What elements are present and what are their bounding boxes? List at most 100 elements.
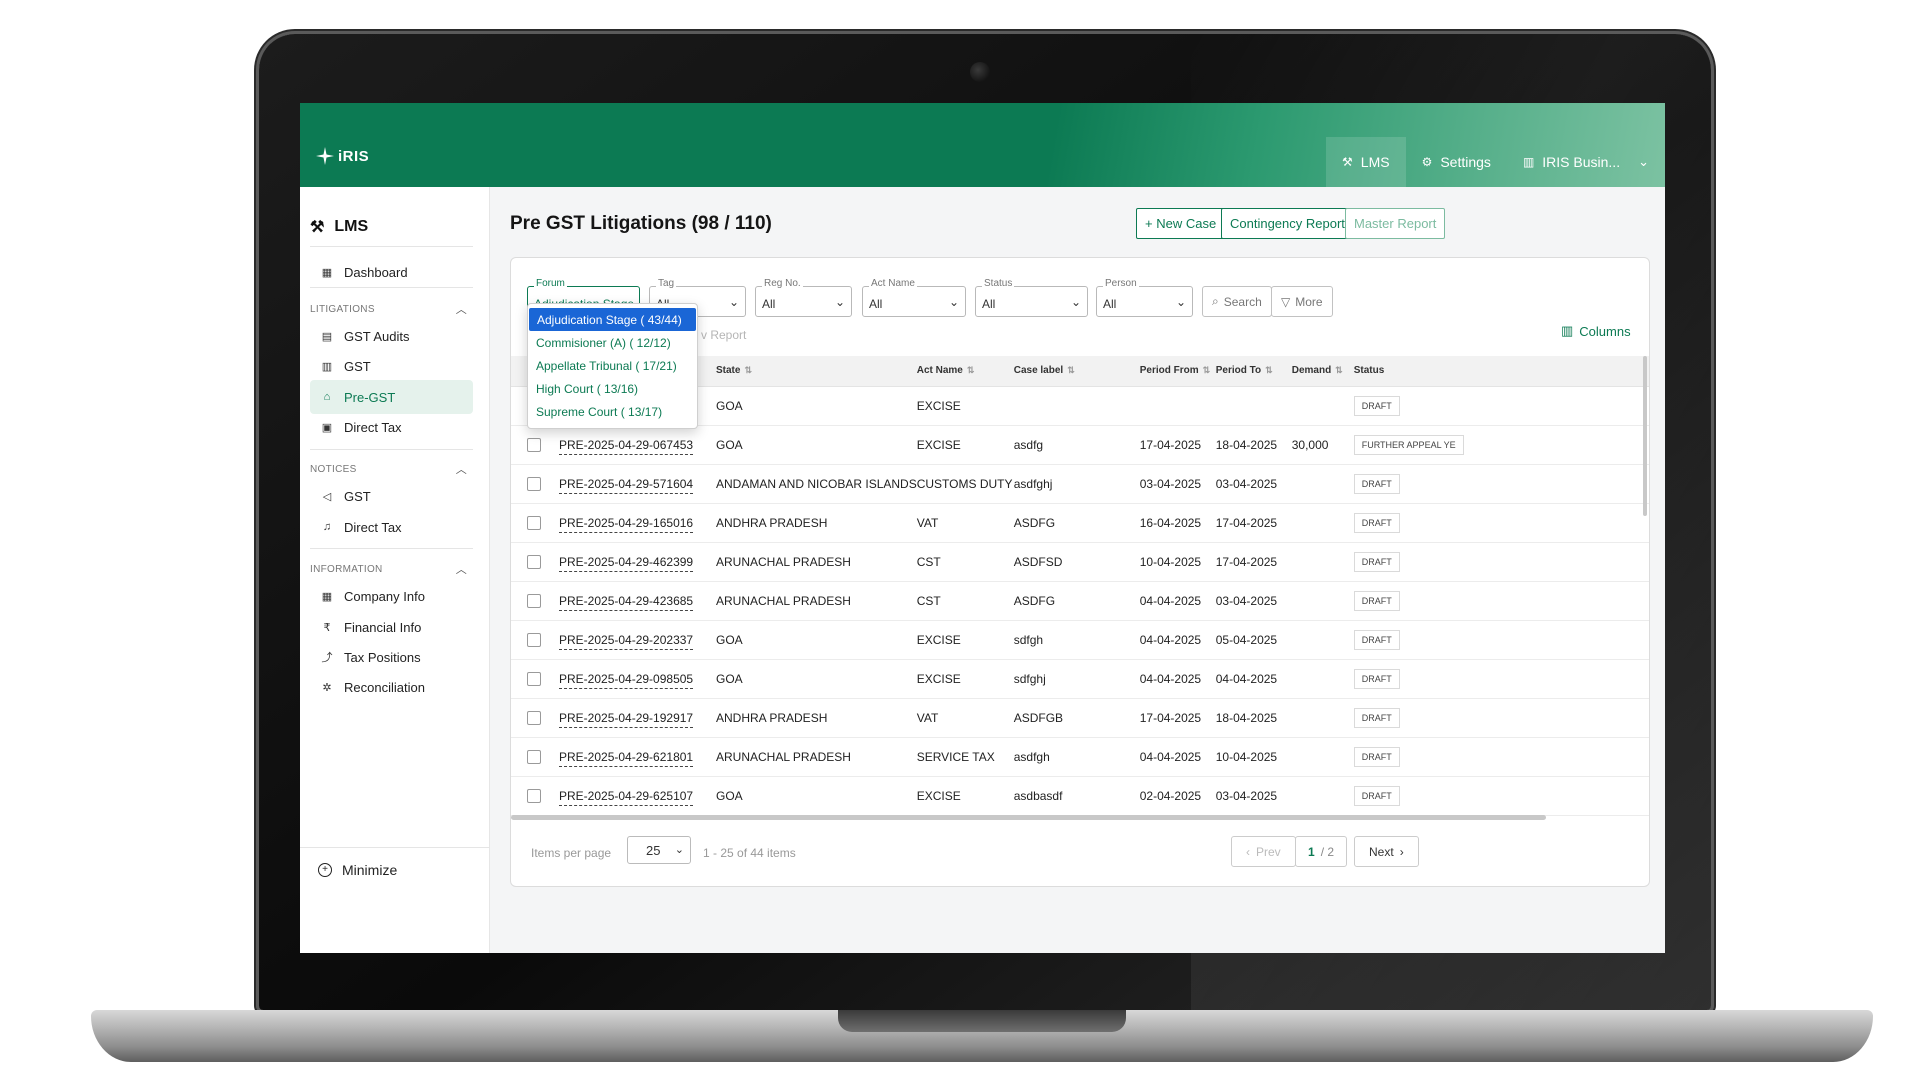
row-checkbox[interactable] (527, 788, 541, 803)
column-header-period-from[interactable]: Period From ⇅ (1139, 356, 1216, 387)
table-row[interactable]: PRE-2025-04-29-621801 ARUNACHAL PRADESH SE… (511, 737, 1649, 777)
case-id-link[interactable]: PRE-2025-04-29-192917 (559, 710, 694, 728)
tag-filter-label: Tag (656, 278, 677, 289)
case-id-link[interactable]: PRE-2025-04-29-067453 (559, 437, 694, 455)
prev-page-button[interactable]: ‹ Prev (1231, 836, 1296, 867)
sidebar-item-tax-positions[interactable]: ⤴ Tax Positions (310, 640, 473, 674)
column-header-case-label[interactable]: Case label ⇅ (1013, 356, 1140, 387)
reg-no-filter[interactable]: Reg No. All ⌄ (755, 278, 852, 317)
status-filter-value: All (982, 297, 996, 311)
forum-option[interactable]: Commisioner (A) ( 12/12) (528, 331, 697, 354)
table-row[interactable]: PRE-2025-04-29-165016 ANDHRA PRADESH VAT AS… (511, 503, 1649, 543)
items-per-page-select[interactable]: 25 ⌄ (627, 836, 691, 864)
case-id-link[interactable]: PRE-2025-04-29-462399 (559, 554, 694, 572)
nav-lms[interactable]: ⚒ LMS (1326, 137, 1406, 187)
building-icon: ▥ (321, 360, 333, 373)
column-header-period-to[interactable]: Period To ⇅ (1215, 356, 1292, 387)
sidebar-item-reconciliation[interactable]: ✲ Reconciliation (310, 670, 473, 704)
column-header-status[interactable]: Status (1353, 356, 1649, 387)
new-case-button[interactable]: + New Case (1136, 208, 1226, 239)
rupee-icon: ₹ (323, 621, 331, 634)
sidebar-item-notice-gst[interactable]: ◁ GST (310, 479, 473, 513)
act-name-cell: EXCISE (916, 386, 1014, 426)
row-checkbox[interactable] (527, 593, 541, 608)
state-cell: ARUNACHAL PRADESH (716, 737, 917, 777)
next-page-button[interactable]: Next › (1354, 836, 1419, 867)
more-filters-button[interactable]: ▽ More (1271, 286, 1333, 317)
columns-button[interactable]: ▥ Columns (1561, 323, 1631, 339)
sidebar-item-financial-info[interactable]: ₹ Financial Info (310, 610, 473, 644)
column-header-act-name[interactable]: Act Name ⇅ (916, 356, 1014, 387)
case-id-link[interactable]: PRE-2025-04-29-098505 (559, 671, 694, 689)
search-button[interactable]: ⌕ Search (1202, 286, 1272, 317)
sidebar-item-label: Direct Tax (344, 519, 402, 535)
sidebar-item-gst[interactable]: ▥ GST (310, 349, 473, 383)
nav-business[interactable]: ▥ IRIS Busin... ⌄ (1507, 137, 1665, 187)
row-checkbox[interactable] (527, 476, 541, 491)
columns-label: Columns (1579, 323, 1631, 339)
case-id-link[interactable]: PRE-2025-04-29-423685 (559, 593, 694, 611)
table-row[interactable]: PRE-2025-04-29-067453 GOA EXCISE asdfg 17-04… (511, 425, 1649, 465)
contingency-report-button[interactable]: Contingency Report (1221, 208, 1354, 239)
row-checkbox[interactable] (527, 710, 541, 725)
table-row[interactable]: PRE-2025-04-29-202337 GOA EXCISE sdfgh 04-04… (511, 620, 1649, 660)
section-litigations[interactable]: LITIGATIONS ︿ (310, 301, 473, 317)
chevron-down-icon: ⌄ (834, 295, 845, 309)
sidebar-item-direct-tax[interactable]: ▣ Direct Tax (310, 410, 473, 444)
audit-icon: ▤ (321, 330, 333, 343)
sidebar-item-label: Pre-GST (344, 389, 396, 405)
status-badge: FURTHER APPEAL YE (1353, 434, 1464, 455)
nav-settings[interactable]: ⚙ Settings (1406, 137, 1507, 187)
sidebar-item-company-info[interactable]: ▦ Company Info (310, 579, 473, 613)
sidebar-item-pre-gst[interactable]: ⌂ Pre-GST (310, 380, 473, 414)
row-checkbox[interactable] (527, 437, 541, 452)
table-row[interactable]: PRE-2025-04-29-192917 ANDHRA PRADESH VAT AS… (511, 698, 1649, 738)
demand-cell (1291, 464, 1354, 504)
columns-icon: ▥ (1561, 323, 1574, 338)
master-report-button[interactable]: Master Report (1345, 208, 1446, 239)
table-row[interactable]: PRE-2025-04-29-423685 ARUNACHAL PRADESH CS… (511, 581, 1649, 621)
forum-option[interactable]: High Court ( 13/16) (528, 377, 697, 400)
case-id-link[interactable]: PRE-2025-04-29-571604 (559, 476, 694, 494)
table-row[interactable]: PRE-2025-04-29-625107 GOA EXCISE asdbasdf 02… (511, 776, 1649, 816)
case-id-link[interactable]: PRE-2025-04-29-202337 (559, 632, 694, 650)
section-notices[interactable]: NOTICES ︿ (310, 461, 473, 477)
forum-option[interactable]: Adjudication Stage ( 43/44) (529, 308, 696, 331)
case-id-link[interactable]: PRE-2025-04-29-621801 (559, 749, 694, 767)
row-checkbox[interactable] (527, 632, 541, 647)
iris-logo[interactable]: iRIS (314, 145, 369, 167)
table-row[interactable]: PRE-2025-04-29-098505 GOA EXCISE sdfghj 04-0… (511, 659, 1649, 699)
sidebar-item-dashboard[interactable]: ▦ Dashboard (310, 255, 473, 289)
person-filter[interactable]: Person All ⌄ (1096, 278, 1193, 317)
case-id-link[interactable]: PRE-2025-04-29-165016 (559, 515, 694, 533)
table-row[interactable]: PRE-2025-04-29-462399 ARUNACHAL PRADESH CS… (511, 542, 1649, 582)
sidebar-item-notice-direct-tax[interactable]: ♫ Direct Tax (310, 510, 473, 544)
minimize-button[interactable]: + Minimize (300, 847, 490, 878)
sort-icon: ⇅ (1335, 365, 1343, 376)
status-filter[interactable]: Status All ⌄ (975, 278, 1088, 317)
row-checkbox[interactable] (527, 749, 541, 764)
sort-icon: ⇅ (1067, 365, 1075, 376)
section-information[interactable]: INFORMATION ︿ (310, 561, 473, 577)
row-checkbox[interactable] (527, 554, 541, 569)
row-checkbox[interactable] (527, 515, 541, 530)
state-cell: ANDAMAN AND NICOBAR ISLANDS (716, 464, 917, 504)
column-header-state[interactable]: State ⇅ (716, 356, 917, 387)
column-header-demand[interactable]: Demand ⇅ (1291, 356, 1354, 387)
forum-option[interactable]: Appellate Tribunal ( 17/21) (528, 354, 697, 377)
page-indicator[interactable]: 1 / 2 (1295, 836, 1348, 867)
section-label: INFORMATION (310, 563, 383, 575)
table-row[interactable]: PRE-2025-04-29-571604 ANDAMAN AND NICOBAR… (511, 464, 1649, 504)
case-id-link[interactable]: PRE-2025-04-29-625107 (559, 788, 694, 806)
vertical-scrollbar[interactable] (1643, 356, 1647, 516)
forum-option[interactable]: Supreme Court ( 13/17) (528, 400, 697, 423)
state-cell: GOA (716, 776, 917, 816)
period-to-cell: 17-04-2025 (1215, 542, 1292, 582)
status-badge: DRAFT (1353, 551, 1400, 572)
row-checkbox[interactable] (527, 671, 541, 686)
sidebar-item-gst-audits[interactable]: ▤ GST Audits (310, 319, 473, 353)
sidebar-item-label: GST Audits (344, 328, 410, 344)
chevron-left-icon: ‹ (1246, 844, 1250, 859)
act-name-filter[interactable]: Act Name All ⌄ (862, 278, 966, 317)
sidebar-item-label: Reconciliation (344, 679, 425, 695)
